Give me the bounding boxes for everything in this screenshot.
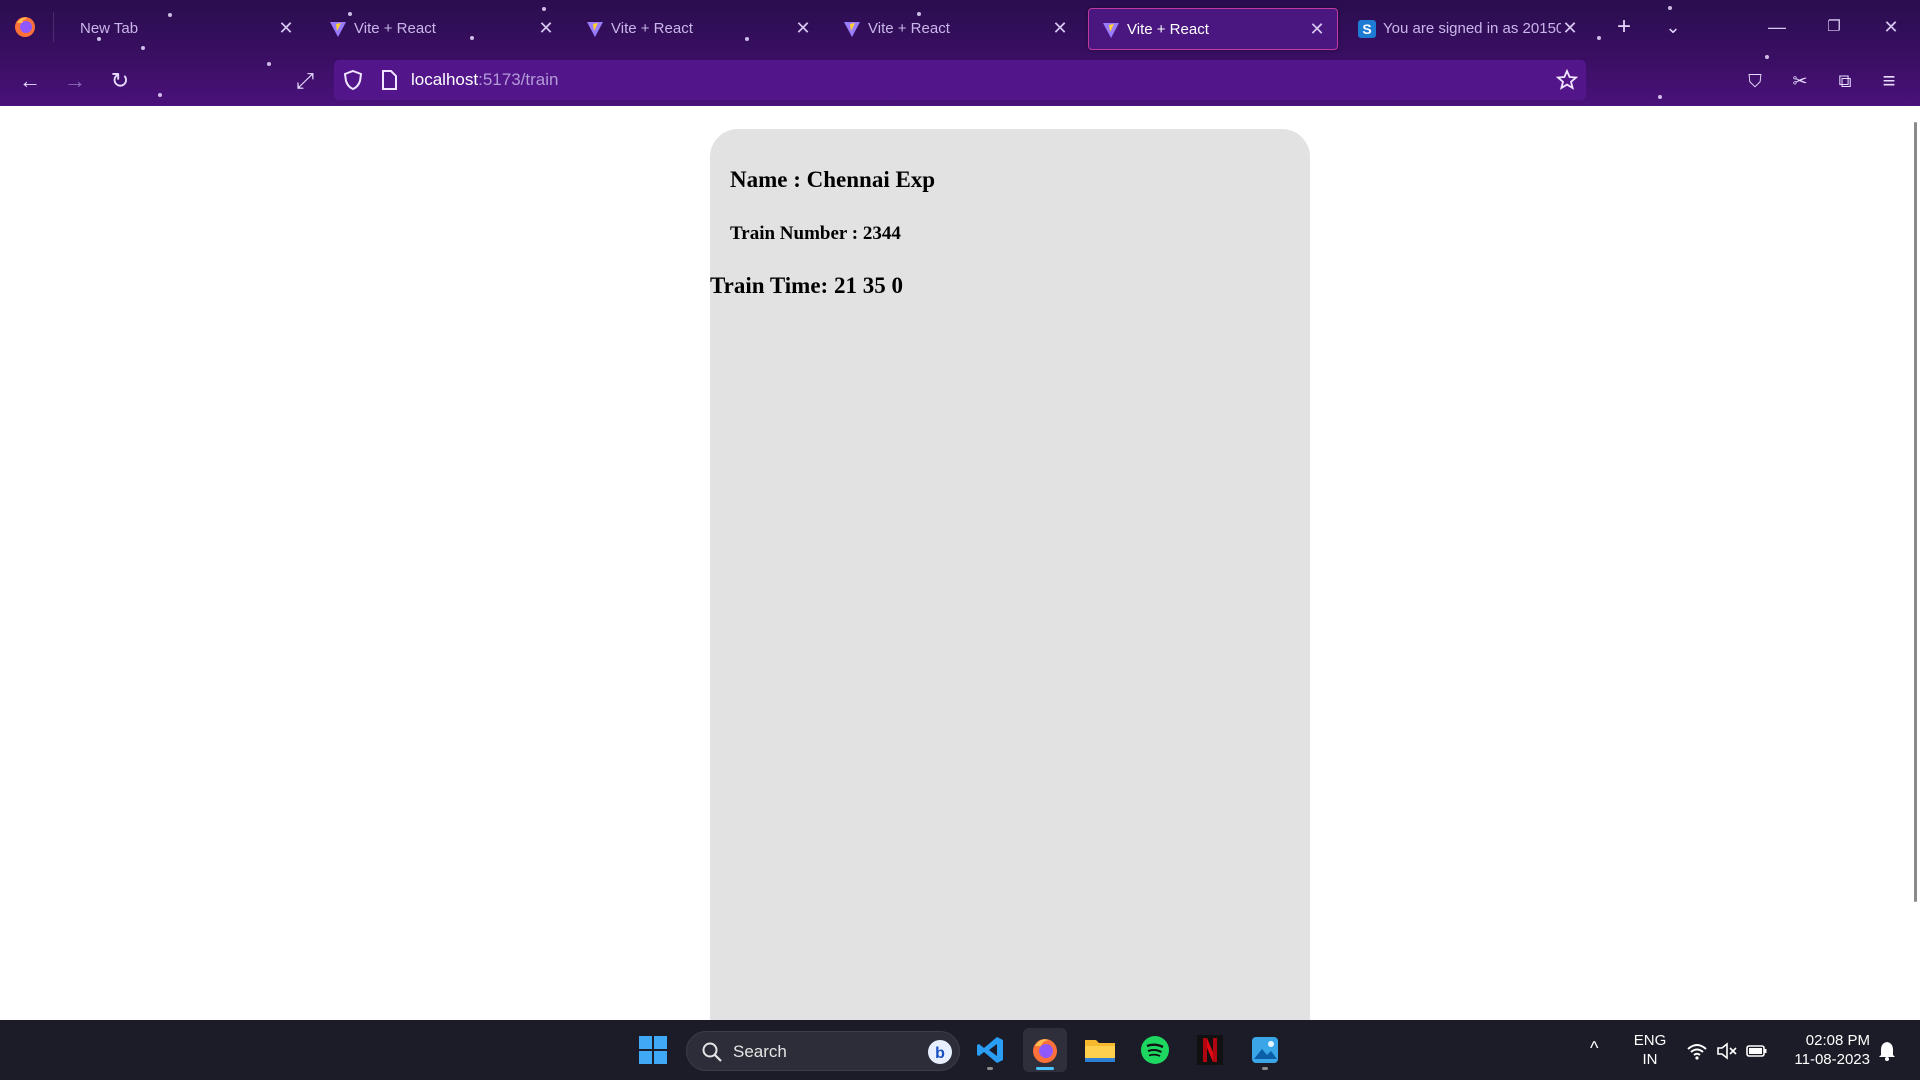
bookmark-star-icon[interactable] <box>1556 69 1578 91</box>
tab-vite-react[interactable]: Vite + React ✕ <box>316 8 566 50</box>
language-code: ENG <box>1633 1032 1667 1049</box>
url-text[interactable]: localhost:5173/train <box>411 70 558 90</box>
train-card: Name : Chennai Exp Train Number : 2344 T… <box>710 129 1310 1020</box>
tab-label: New Tab <box>80 20 139 37</box>
region-code: IN <box>1642 1051 1658 1068</box>
vite-icon <box>587 22 603 37</box>
svg-text:S: S <box>1362 21 1371 37</box>
firefox-menu-icon[interactable] <box>13 14 37 38</box>
back-arrow-icon[interactable]: ← <box>15 66 45 96</box>
tab-vite-react[interactable]: Vite + React ✕ <box>830 8 1080 50</box>
spotify-icon[interactable] <box>1133 1028 1177 1072</box>
running-indicator <box>1262 1067 1268 1070</box>
tab-label: Vite + React <box>611 20 693 37</box>
clock[interactable]: 02:08 PM 11-08-2023 <box>1778 1031 1870 1069</box>
close-icon[interactable]: ✕ <box>276 18 296 38</box>
tab-label: Vite + React <box>868 20 950 37</box>
notification-bell-icon[interactable] <box>1876 1040 1898 1062</box>
clock-time: 02:08 PM <box>1805 1032 1870 1049</box>
close-icon[interactable]: ✕ <box>1050 18 1070 38</box>
vite-icon <box>330 22 346 37</box>
clock-date: 11-08-2023 <box>1794 1051 1870 1068</box>
bing-icon[interactable]: b <box>927 1039 953 1065</box>
train-number: Train Number : 2344 <box>730 223 901 244</box>
search-label: Search <box>733 1042 787 1061</box>
volume-muted-icon[interactable] <box>1716 1040 1738 1062</box>
app-menu-hamburger-icon[interactable]: ≡ <box>1874 66 1904 96</box>
browser-chrome: New Tab ✕ Vite + React ✕ Vite + React ✕ … <box>0 0 1920 106</box>
restore-icon[interactable]: ❐ <box>1814 10 1854 44</box>
extension-scissor-icon[interactable]: ✂ <box>1785 66 1815 96</box>
running-indicator <box>1036 1067 1054 1070</box>
vite-icon <box>1103 23 1119 38</box>
fullscreen-expand-icon[interactable]: ⤢ <box>290 66 320 96</box>
reload-icon[interactable]: ↻ <box>105 66 135 96</box>
tab-label: Vite + React <box>1127 21 1209 38</box>
close-icon[interactable]: ✕ <box>1307 19 1327 39</box>
netflix-icon[interactable] <box>1188 1028 1232 1072</box>
language-indicator[interactable]: ENG IN <box>1630 1031 1670 1069</box>
extensions-puzzle-icon[interactable]: ⧉ <box>1830 66 1860 96</box>
vscode-icon[interactable] <box>968 1028 1012 1072</box>
url-host: localhost <box>411 70 479 89</box>
shield-icon[interactable] <box>342 69 364 91</box>
forward-arrow-icon[interactable]: → <box>60 66 90 96</box>
tab-new-tab[interactable]: New Tab ✕ <box>56 8 306 50</box>
train-name: Name : Chennai Exp <box>730 167 936 192</box>
tab-vite-react[interactable]: Vite + React ✕ <box>573 8 823 50</box>
vite-icon <box>844 22 860 37</box>
wifi-icon[interactable] <box>1686 1040 1708 1062</box>
tab-signed-in[interactable]: S You are signed in as 201504 ✕ <box>1345 8 1590 50</box>
navigation-toolbar: ← → ↻ ⤢ localhost:5173/train ⛉ ✂ ⧉ ≡ <box>0 54 1920 106</box>
tab-vite-react-active[interactable]: Vite + React ✕ <box>1088 8 1338 50</box>
battery-icon[interactable] <box>1746 1040 1768 1062</box>
photos-icon[interactable] <box>1243 1028 1287 1072</box>
page-viewport: Name : Chennai Exp Train Number : 2344 T… <box>0 106 1920 1020</box>
vertical-scrollbar[interactable] <box>1914 122 1917 902</box>
windows-start-icon[interactable] <box>638 1035 668 1065</box>
tab-label: You are signed in as 201504 <box>1383 20 1561 37</box>
taskbar-search[interactable]: Search b <box>686 1031 960 1071</box>
list-all-tabs-chevron-icon[interactable]: ⌄ <box>1660 14 1686 40</box>
tab-strip: New Tab ✕ Vite + React ✕ Vite + React ✕ … <box>0 0 1920 54</box>
new-tab-button[interactable]: + <box>1611 14 1637 40</box>
train-time: Train Time: 21 35 0 <box>710 273 903 298</box>
address-bar[interactable]: localhost:5173/train <box>334 60 1586 100</box>
pocket-icon[interactable]: ⛉ <box>1740 66 1770 96</box>
url-path: :5173/train <box>478 70 559 89</box>
window-close-icon[interactable]: ✕ <box>1871 10 1911 44</box>
search-icon <box>702 1042 722 1062</box>
close-icon[interactable]: ✕ <box>536 18 556 38</box>
tab-separator <box>53 12 54 42</box>
running-indicator <box>987 1067 993 1070</box>
close-icon[interactable]: ✕ <box>793 18 813 38</box>
firefox-icon[interactable] <box>1023 1028 1067 1072</box>
page-icon[interactable] <box>378 69 400 91</box>
s-icon: S <box>1358 20 1376 38</box>
svg-text:b: b <box>935 1045 945 1062</box>
minimize-icon[interactable]: — <box>1757 10 1797 44</box>
show-hidden-icons-chevron-icon[interactable]: ^ <box>1590 1038 1598 1059</box>
file-explorer-icon[interactable] <box>1078 1028 1122 1072</box>
close-icon[interactable]: ✕ <box>1560 18 1580 38</box>
windows-taskbar: Search b ^ ENG IN 02:08 PM 11-08-2023 <box>0 1020 1920 1080</box>
tab-label: Vite + React <box>354 20 436 37</box>
